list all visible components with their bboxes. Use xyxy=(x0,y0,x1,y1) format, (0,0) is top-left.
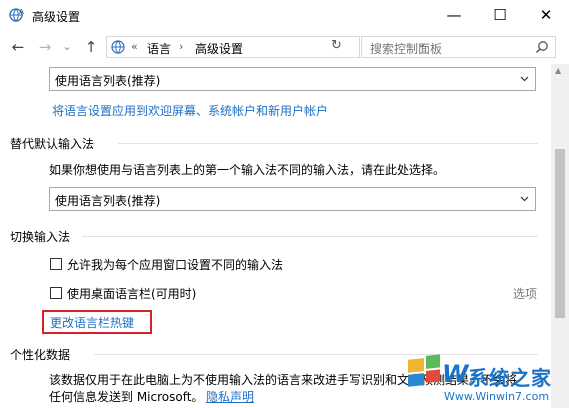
maximize-button[interactable]: ☐ xyxy=(477,0,523,30)
watermark-url: Www.Winwin7.com xyxy=(444,390,550,403)
breadcrumb-advanced-settings[interactable]: 高级设置 xyxy=(195,40,243,57)
personalization-description-line2: 任何信息发送到 Microsoft。 xyxy=(49,390,204,404)
navigation-bar: ← → ⌄ ↑ « 语言 › 高级设置 ⌄ ↻ 搜索控制面板 xyxy=(0,30,569,64)
up-arrow-icon[interactable]: ↑ xyxy=(82,38,100,56)
per-app-input-checkbox[interactable] xyxy=(50,258,62,270)
chevron-down-icon xyxy=(520,76,529,82)
language-icon xyxy=(111,40,125,54)
language-bar-options-link[interactable]: 选项 xyxy=(513,285,537,302)
section-divider xyxy=(118,143,538,144)
desktop-language-bar-checkbox[interactable] xyxy=(50,287,62,299)
watermark-brand-name: 系统之家 xyxy=(468,366,552,390)
scrollbar-thumb[interactable] xyxy=(555,149,565,318)
apply-language-settings-link[interactable]: 将语言设置应用到欢迎屏幕、系统帐户和新用户帐户 xyxy=(52,102,328,119)
forward-arrow-icon[interactable]: → xyxy=(36,38,54,56)
privacy-statement-link[interactable]: 隐私声明 xyxy=(206,388,254,405)
refresh-icon[interactable]: ↻ xyxy=(331,38,342,53)
maximize-icon: ☐ xyxy=(493,6,507,24)
watermark-logo-icon xyxy=(408,354,440,387)
chevron-down-icon xyxy=(520,196,529,202)
window-title: 高级设置 xyxy=(32,10,81,24)
close-icon: ✕ xyxy=(539,6,553,24)
breadcrumb-language[interactable]: 语言 xyxy=(147,40,171,57)
minimize-button[interactable]: — xyxy=(431,0,477,30)
display-language-value: 使用语言列表(推荐) xyxy=(55,74,161,88)
svg-text:A: A xyxy=(19,8,24,16)
change-language-bar-hotkeys-link[interactable]: 更改语言栏热键 xyxy=(50,314,134,331)
personalization-heading: 个性化数据 xyxy=(10,348,71,362)
address-box[interactable]: « 语言 › 高级设置 ⌄ xyxy=(106,36,425,58)
switch-input-heading: 切换输入法 xyxy=(10,230,71,244)
desktop-language-bar-label[interactable]: 使用桌面语言栏(可用时) xyxy=(67,285,196,302)
back-arrow-icon[interactable]: ← xyxy=(9,38,27,56)
close-button[interactable]: ✕ xyxy=(523,0,569,30)
per-app-input-label[interactable]: 允许我为每个应用窗口设置不同的输入法 xyxy=(67,256,283,273)
override-input-heading: 替代默认输入法 xyxy=(10,137,95,151)
search-icon[interactable] xyxy=(535,40,549,54)
title-bar: A 高级设置 — ☐ ✕ xyxy=(0,0,569,30)
recent-locations-icon[interactable]: ⌄ xyxy=(58,38,76,56)
section-divider xyxy=(82,236,538,237)
language-icon: A xyxy=(9,8,24,22)
override-input-description: 如果你想使用与语言列表上的第一个输入法不同的输入法，请在此处选择。 xyxy=(49,163,446,177)
address-overflow-chevron[interactable]: « xyxy=(131,40,138,53)
breadcrumb-separator[interactable]: › xyxy=(179,40,183,53)
default-input-method-value: 使用语言列表(推荐) xyxy=(55,194,161,208)
scroll-up-icon[interactable]: ▲ xyxy=(555,66,561,75)
search-input[interactable]: 搜索控制面板 xyxy=(361,36,556,58)
minimize-icon: — xyxy=(446,6,462,24)
watermark-brand-w: W xyxy=(442,360,469,388)
search-placeholder: 搜索控制面板 xyxy=(370,42,443,56)
default-input-method-select[interactable]: 使用语言列表(推荐) xyxy=(49,187,536,211)
display-language-select[interactable]: 使用语言列表(推荐) xyxy=(49,67,536,91)
watermark: W 系统之家 Www.Winwin7.com xyxy=(398,354,568,406)
